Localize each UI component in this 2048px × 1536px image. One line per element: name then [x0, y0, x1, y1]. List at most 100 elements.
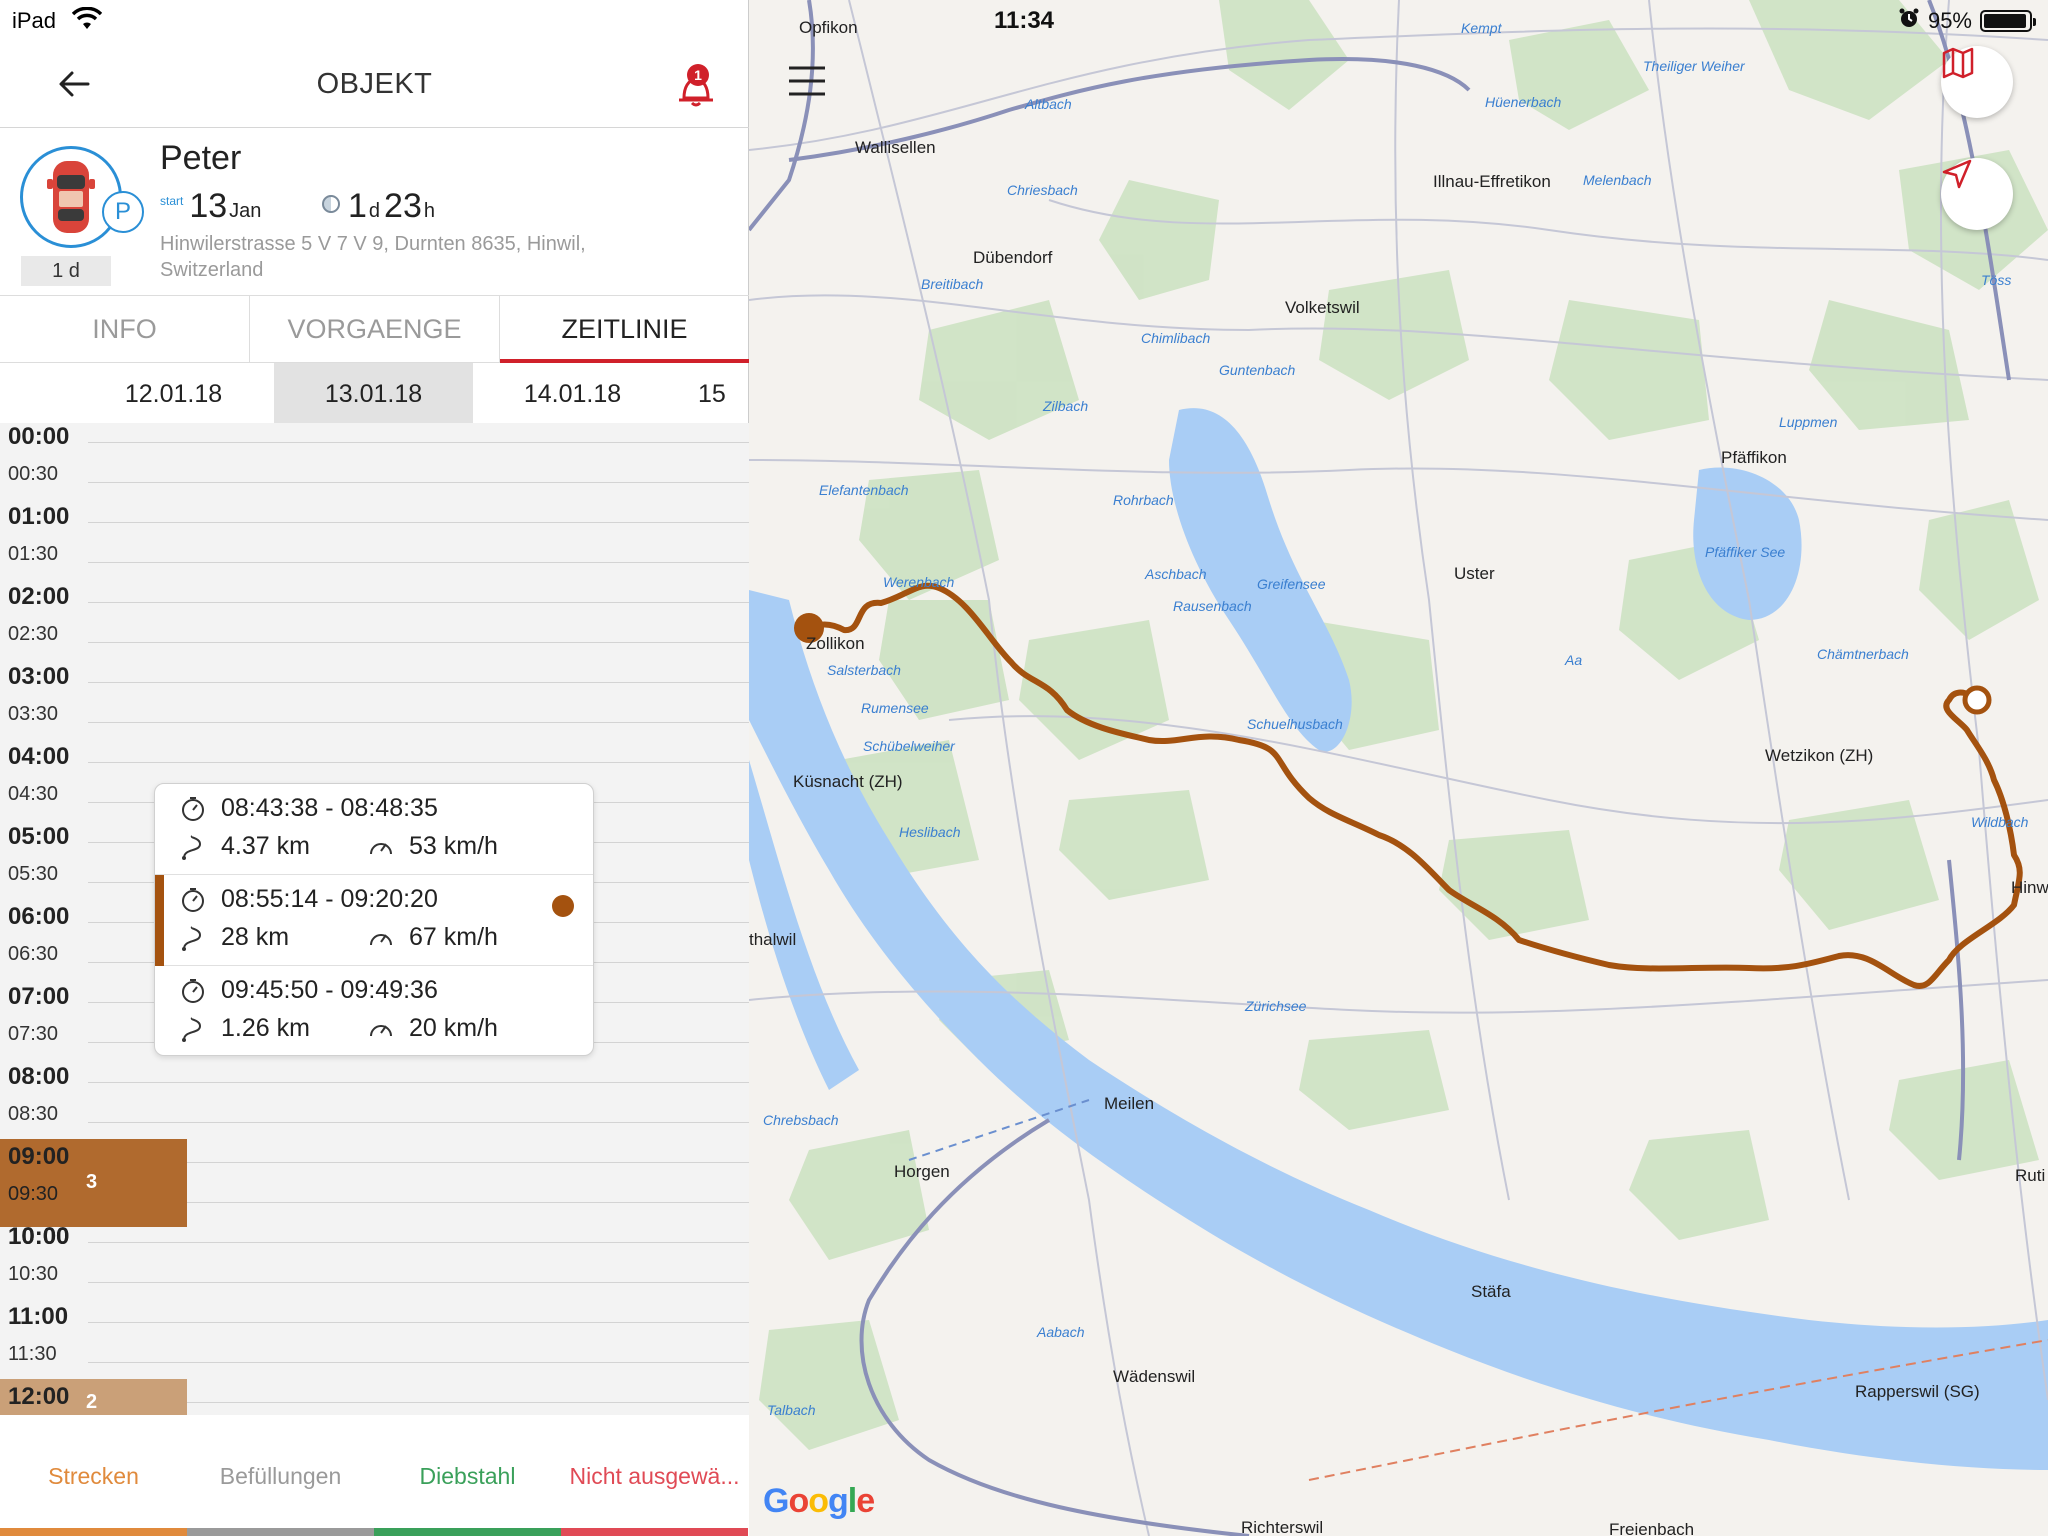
trip-time: 08:55:14 - 09:20:20	[179, 885, 438, 914]
timeline-slot[interactable]: 00:00	[0, 423, 749, 463]
trip-speed: 53 km/h	[367, 832, 498, 861]
trip-speed: 20 km/h	[367, 1014, 498, 1043]
map-town-label: Wallisellen	[855, 138, 936, 157]
timeline-gridline	[88, 642, 749, 643]
trip-time: 09:45:50 - 09:49:36	[179, 976, 438, 1005]
map-menu-button[interactable]	[787, 64, 827, 98]
timeline-gridline	[88, 1362, 749, 1363]
filter-bar-strecken	[0, 1528, 187, 1536]
filter-tab-nicht-ausgewaehlt[interactable]: Nicht ausgewä...	[561, 1463, 748, 1490]
timeline-slot[interactable]: 11:30	[0, 1343, 749, 1383]
timeline-slot[interactable]: 08:30	[0, 1103, 749, 1143]
filter-tab-strecken[interactable]: Strecken	[0, 1463, 187, 1490]
map-town-label: Richterswil	[1241, 1518, 1324, 1536]
stopwatch-icon	[179, 795, 207, 823]
map-town-label: Hinw	[2011, 878, 2048, 897]
hamburger-icon	[789, 66, 825, 96]
timeline-time-label: 08:30	[8, 1103, 59, 1125]
date-item[interactable]: 14.01.18	[473, 363, 672, 423]
map-town-label: Freienbach	[1609, 1520, 1695, 1536]
map-town-label: thalwil	[749, 930, 797, 949]
timeline-slot[interactable]: 03:00	[0, 663, 749, 703]
timeline-slot[interactable]: 01:00	[0, 503, 749, 543]
timeline-slot[interactable]: 02:30	[0, 623, 749, 663]
trip-distance-value: 4.37 km	[221, 832, 310, 860]
timeline-gridline	[88, 1082, 749, 1083]
timeline-slot[interactable]: 01:30	[0, 543, 749, 583]
trip-distance-value: 28 km	[221, 923, 290, 951]
nav-header: OBJEKT 1	[0, 40, 749, 128]
tab-info[interactable]: INFO	[0, 296, 250, 362]
timeline-slot[interactable]: 02:00	[0, 583, 749, 623]
locate-button[interactable]	[1941, 158, 2013, 230]
timeline-slot[interactable]: 04:00	[0, 743, 749, 783]
timeline-time-label: 05:30	[8, 863, 59, 885]
trip-count: 3	[86, 1171, 98, 1193]
duration-hours-unit: h	[423, 200, 435, 222]
trip-item[interactable]: 08:43:38 - 08:48:35 4.37 km 53 km/h	[155, 784, 593, 875]
timeline-time-label: 00:00	[8, 423, 70, 450]
timeline-time-label: 04:30	[8, 783, 59, 805]
tab-vorgaenge[interactable]: VORGAENGE	[250, 296, 500, 362]
timeline-slot[interactable]: 00:30	[0, 463, 749, 503]
timeline-slot[interactable]: 10:30	[0, 1263, 749, 1303]
timeline-time-label: 07:00	[8, 983, 70, 1010]
map-view[interactable]: Opfikon Wallisellen Dübendorf Volketswil Ill…	[749, 0, 2048, 1536]
map-water-label: Theiliger Weiher	[1643, 58, 1745, 74]
map-water-label: Chimlibach	[1141, 330, 1211, 346]
trip-time-range: 08:55:14 - 09:20:20	[221, 885, 438, 913]
moon-icon	[322, 195, 340, 213]
map-water-label: Zilbach	[1043, 398, 1089, 414]
battery-percent: 95%	[1927, 8, 1972, 33]
timeline-slot[interactable]: 08:00	[0, 1063, 749, 1103]
tab-zeitlinie[interactable]: ZEITLINIE	[500, 296, 749, 363]
map-town-label: Meilen	[1104, 1094, 1155, 1113]
map-water-label: Aabach	[1037, 1324, 1085, 1340]
stopwatch-icon	[179, 977, 207, 1005]
timeline-time-label: 12:00	[8, 1383, 70, 1410]
timeline-time-label: 00:30	[8, 463, 59, 485]
trip-list-popup: 08:43:38 - 08:48:35 4.37 km 53 km/h 08:5…	[154, 783, 594, 1056]
duration-days: 1	[348, 187, 367, 225]
filter-bar-befuellungen	[187, 1528, 374, 1536]
timeline-time-label: 10:00	[8, 1223, 70, 1250]
parking-badge: P	[102, 191, 144, 233]
map-layers-icon	[1942, 47, 1974, 79]
timeline-gridline	[88, 1202, 749, 1203]
map-water-label: Aa	[1565, 652, 1583, 668]
page-title: OBJEKT	[316, 68, 433, 100]
timeline-time-label: 03:30	[8, 703, 59, 725]
filter-tab-befuellungen[interactable]: Befüllungen	[187, 1463, 374, 1490]
map-type-button[interactable]	[1941, 46, 2013, 118]
date-item[interactable]: 18	[0, 363, 10, 423]
timeline-slot[interactable]: 11:00	[0, 1303, 749, 1343]
trip-item[interactable]: 09:45:50 - 09:49:36 1.26 km 20 km/h	[155, 966, 593, 1057]
map-water-label: Rausenbach	[1173, 598, 1252, 614]
timeline-gridline	[88, 1282, 749, 1283]
date-item-selected[interactable]: 13.01.18	[274, 363, 473, 423]
date-strip[interactable]: 18 12.01.18 13.01.18 14.01.18 15	[0, 363, 749, 423]
trip-item-active[interactable]: 08:55:14 - 09:20:20 28 km 67 km/h	[155, 875, 593, 966]
timeline-gridline	[88, 1122, 749, 1123]
alert-button[interactable]: 1	[676, 64, 716, 108]
trip-speed-value: 53 km/h	[409, 832, 498, 860]
timeline-slot[interactable]: 10:00	[0, 1223, 749, 1263]
map-water-label: Guntenbach	[1219, 362, 1296, 378]
navigation-arrow-icon	[1942, 159, 1972, 189]
map-town-label: Uster	[1454, 564, 1495, 583]
timeline-gridline	[88, 1162, 749, 1163]
date-item[interactable]: 12.01.18	[74, 363, 273, 423]
map-town-label: Pfäffikon	[1721, 448, 1787, 467]
timeline-slot[interactable]: 03:30	[0, 703, 749, 743]
map-water-label: Chriesbach	[1007, 182, 1078, 198]
map-town-label: Ruti	[2015, 1166, 2046, 1185]
filter-tab-diebstahl[interactable]: Diebstahl	[374, 1463, 561, 1490]
filter-bar-diebstahl	[374, 1528, 561, 1536]
date-item[interactable]: 15	[698, 363, 749, 423]
tab-bar: INFO VORGAENGE ZEITLINIE	[0, 295, 749, 363]
map-water-label: Schübelweiher	[863, 738, 955, 754]
map-town-label: Wetzikon (ZH)	[1765, 746, 1874, 765]
duration-hours: 23	[384, 187, 422, 225]
status-time: 11:34	[993, 7, 1055, 34]
trip-distance: 4.37 km	[179, 832, 310, 861]
